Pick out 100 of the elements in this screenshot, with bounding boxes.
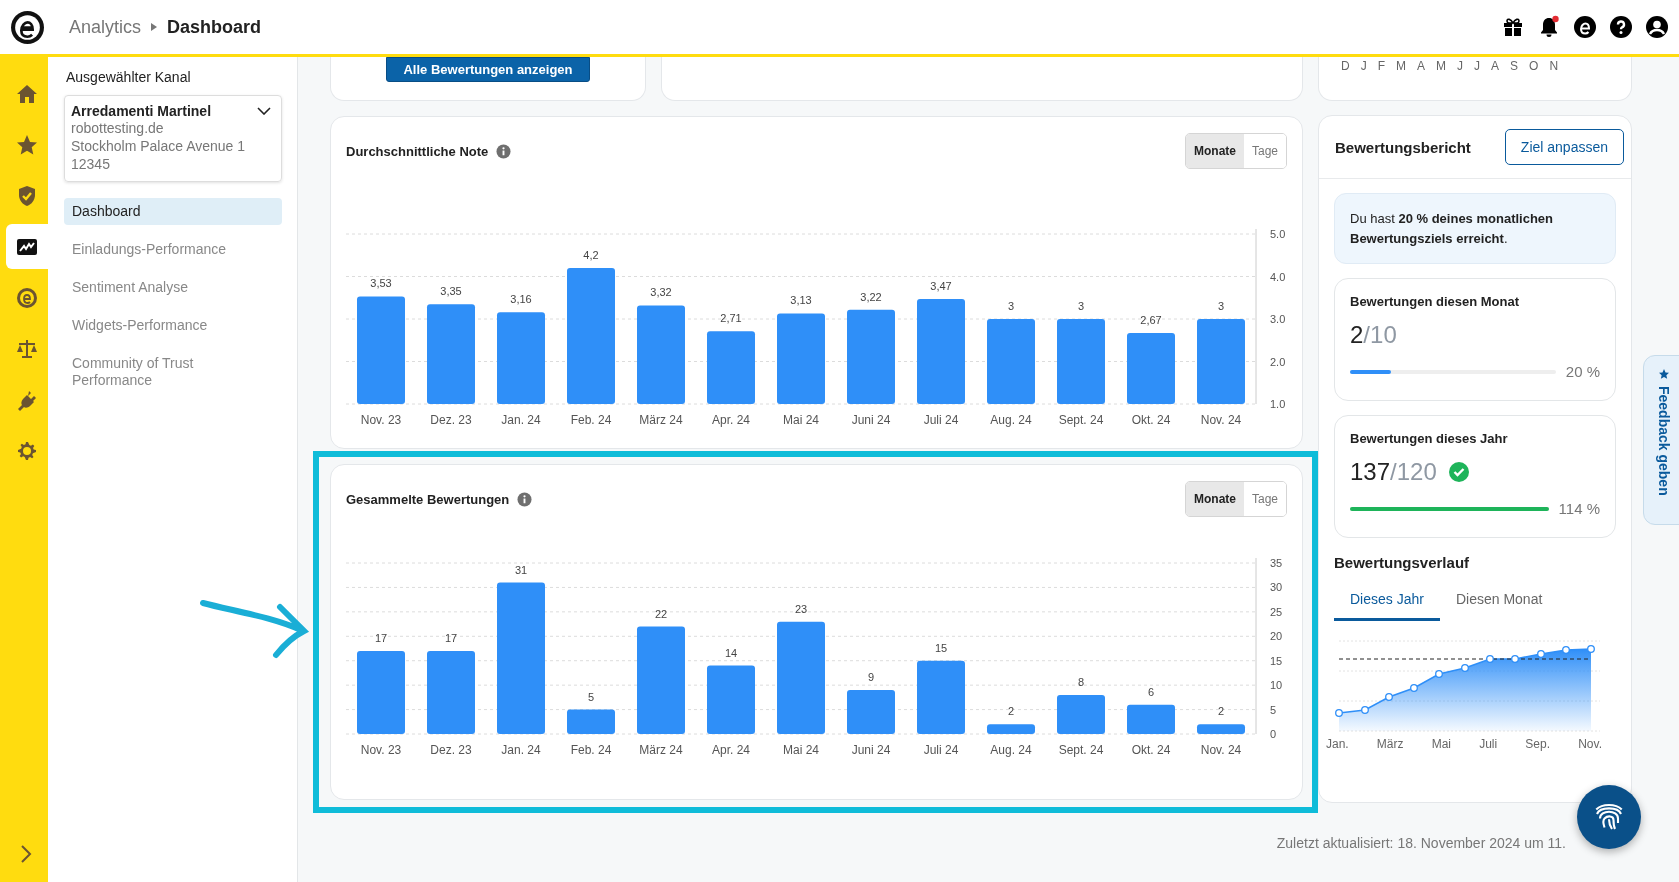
bar	[847, 690, 895, 734]
channel-selector[interactable]: Arredamenti Martinel robottesting.de Stockholm Palace Avenue 1 12345	[64, 95, 282, 182]
bar-value-label: 23	[794, 602, 808, 615]
bar	[1057, 694, 1105, 734]
axis-tick-label: 15	[1270, 654, 1283, 667]
sidebar-item[interactable]: Dashboard	[64, 198, 282, 225]
month-label: O	[1529, 59, 1539, 75]
goal-message: Du hast 20 % deines monatlichen Bewertungsziels erreicht.	[1334, 193, 1616, 264]
progress-reading: 114 %	[1558, 500, 1600, 517]
bar-value-label: 2,67	[1140, 314, 1162, 326]
period-toggle[interactable]: Monate	[1185, 482, 1244, 516]
month-label: J	[1360, 59, 1367, 75]
bar-value-label: 15	[934, 641, 948, 654]
month-label: A	[1417, 59, 1426, 75]
month-label: F	[1377, 59, 1385, 75]
axis-category-label: Juli 24	[923, 743, 959, 757]
gift-icon[interactable]	[1501, 15, 1525, 39]
bar-value-label: 3,53	[370, 277, 392, 290]
e-logo-icon	[15, 285, 39, 310]
stat-value: 2	[1350, 321, 1364, 349]
axis-category-label: Okt. 24	[1131, 413, 1171, 427]
sidebar-item[interactable]: Sentiment Analyse	[64, 274, 282, 301]
bar-value-label: 3,13	[790, 294, 812, 307]
sidebar-item[interactable]: Widgets-Performance	[64, 312, 282, 339]
month-label: N	[1549, 59, 1559, 75]
stat-target: /10	[1363, 321, 1397, 349]
axis-label: Jan.	[1326, 737, 1349, 751]
axis-tick-label: 0	[1270, 728, 1277, 740]
bar-value-label: 3,47	[930, 280, 952, 292]
logo-icon[interactable]	[10, 9, 45, 45]
sidebar-item[interactable]: Community of Trust Performance	[64, 350, 282, 394]
data-point	[1486, 655, 1494, 663]
bar	[1127, 704, 1175, 734]
data-point	[1361, 706, 1369, 714]
axis-label: Sep.	[1525, 737, 1551, 751]
axis-label: Nov.	[1578, 737, 1602, 751]
data-point	[1587, 645, 1595, 653]
axis-tick-label: 3.0	[1270, 313, 1286, 325]
bar-value-label: 3,16	[510, 293, 532, 306]
info-icon[interactable]	[496, 143, 512, 159]
bar	[567, 709, 615, 734]
history-tab[interactable]: Diesen Monat	[1439, 583, 1559, 621]
e-logo-icon[interactable]	[1573, 15, 1597, 39]
axis-tick-label: 4.0	[1270, 270, 1286, 283]
chart-title: Gesammelte Bewertungen	[346, 491, 510, 507]
axis-category-label: Sept. 24	[1058, 743, 1104, 757]
axis-label: Juli	[1479, 737, 1498, 751]
axis-category-label: Nov. 23	[360, 743, 402, 757]
info-icon[interactable]	[517, 491, 533, 507]
bar	[1127, 333, 1175, 404]
help-icon[interactable]	[1609, 15, 1633, 39]
feedback-tab[interactable]: Feedback geben	[1643, 355, 1679, 525]
axis-category-label: Aug. 24	[990, 743, 1032, 757]
axis-category-label: Dez. 23	[430, 743, 472, 757]
bar-value-label: 2,71	[720, 312, 742, 325]
bar-value-label: 3,35	[440, 285, 462, 298]
bar-value-label: 9	[867, 671, 875, 684]
channel-label: Ausgewählter Kanal	[65, 69, 192, 85]
month-label: M	[1436, 59, 1447, 75]
axis-label: März	[1376, 737, 1404, 751]
bar	[987, 724, 1035, 734]
channel-detail: Stockholm Palace Avenue 1	[71, 137, 247, 155]
axis-category-label: Dez. 23	[430, 413, 472, 427]
history-tab[interactable]: Dieses Jahr	[1334, 583, 1440, 621]
bar-value-label: 3,32	[650, 286, 672, 299]
axis-category-label: Jan. 24	[501, 413, 541, 427]
axis-category-label: März 24	[639, 743, 683, 757]
bar	[707, 665, 755, 734]
axis-tick-label: 5	[1270, 703, 1277, 716]
stat-value: 137	[1350, 458, 1391, 486]
rail-item[interactable]	[6, 224, 48, 269]
bar-value-label: 3	[1217, 300, 1225, 312]
channel-detail: 12345	[71, 155, 111, 173]
bar	[1197, 724, 1245, 734]
axis-category-label: Sept. 24	[1058, 413, 1104, 427]
user-icon[interactable]	[1645, 15, 1669, 39]
bar-value-label: 17	[374, 631, 388, 644]
breadcrumb-link[interactable]: Analytics	[69, 16, 142, 38]
axis-category-label: Okt. 24	[1131, 743, 1171, 757]
axis-category-label: Feb. 24	[570, 743, 612, 757]
fingerprint-button[interactable]	[1577, 785, 1641, 849]
axis-tick-label: 25	[1270, 605, 1283, 618]
axis-category-label: März 24	[639, 413, 683, 427]
axis-category-label: Jan. 24	[501, 743, 541, 757]
axis-tick-label: 20	[1270, 630, 1283, 643]
expand-chevron-icon[interactable]	[20, 844, 32, 864]
progress-reading: 20 %	[1565, 363, 1600, 380]
axis-tick-label: 2.0	[1270, 355, 1286, 368]
axis-category-label: Apr. 24	[712, 743, 750, 757]
star-icon	[1658, 368, 1670, 380]
bar-value-label: 31	[514, 563, 528, 576]
period-toggle[interactable]: Monate	[1185, 134, 1244, 168]
month-label: D	[1341, 59, 1350, 75]
sidebar-item[interactable]: Einladungs-Performance	[64, 236, 282, 263]
bar-value-label: 3	[1077, 300, 1085, 312]
month-label: J	[1457, 59, 1464, 75]
adjust-goal-button[interactable]: Ziel anpassen	[1504, 129, 1624, 165]
data-point	[1562, 646, 1570, 654]
show-all-reviews-button[interactable]: Alle Bewertungen anzeigen	[386, 57, 590, 82]
bar-value-label: 22	[654, 607, 668, 620]
